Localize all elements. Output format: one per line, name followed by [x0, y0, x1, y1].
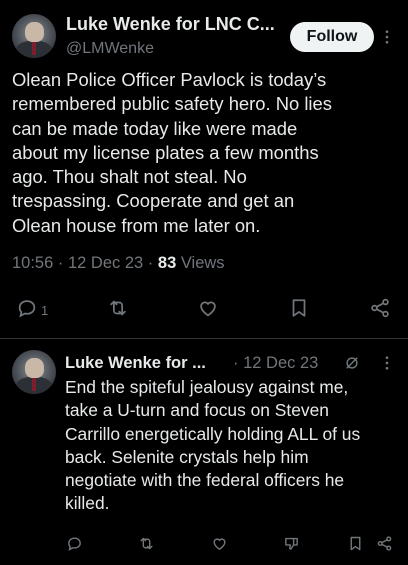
- bookmark-button[interactable]: [288, 297, 310, 324]
- avatar[interactable]: [12, 350, 56, 394]
- reply-icon: [16, 297, 38, 324]
- retweet-button[interactable]: [138, 535, 155, 557]
- action-bar: 1: [0, 292, 408, 324]
- retweet-icon: [107, 297, 129, 324]
- like-icon: [211, 535, 228, 557]
- bookmark-icon: [347, 535, 364, 557]
- reply-button[interactable]: [66, 535, 83, 557]
- tweet-time[interactable]: 10:56: [12, 254, 53, 272]
- downvote-icon: [283, 535, 300, 557]
- author-name[interactable]: Luke Wenke for LNC C...: [66, 14, 275, 35]
- author-name[interactable]: Luke Wenke for ...: [65, 354, 206, 373]
- downvote-button[interactable]: [283, 535, 300, 557]
- author-handle[interactable]: @LMWenke: [66, 40, 154, 58]
- like-icon: [197, 297, 219, 324]
- reply-tweet[interactable]: Luke Wenke for ... · 12 Dec 23 End the s…: [0, 340, 408, 565]
- like-button[interactable]: [211, 535, 228, 557]
- retweet-button[interactable]: [107, 297, 129, 324]
- share-button[interactable]: [369, 297, 391, 324]
- main-tweet: Luke Wenke for LNC C... @LMWenke Follow …: [0, 0, 408, 340]
- action-bar: [0, 533, 408, 555]
- tweet-text: End the spiteful jealousy against me, ta…: [65, 377, 361, 514]
- bookmark-icon: [288, 297, 310, 324]
- reply-button[interactable]: 1: [16, 297, 48, 324]
- tweet-date[interactable]: 12 Dec 23: [68, 254, 143, 272]
- follow-button[interactable]: Follow: [290, 22, 374, 52]
- more-icon[interactable]: [378, 354, 396, 372]
- share-icon: [376, 535, 393, 557]
- tweet-date[interactable]: · 12 Dec 23: [233, 354, 318, 373]
- reply-icon: [66, 535, 83, 557]
- more-icon[interactable]: [378, 28, 396, 46]
- views-count: 83: [157, 254, 177, 272]
- bookmark-button[interactable]: [347, 535, 364, 557]
- views-label: Views: [180, 254, 225, 272]
- retweet-icon: [138, 535, 155, 557]
- divider: [0, 338, 408, 339]
- grok-icon[interactable]: [343, 354, 361, 372]
- tweet-text: Olean Police Officer Pavlock is today’s …: [12, 69, 332, 236]
- tweet-meta: 10:56 · 12 Dec 23 · 83 Views: [12, 254, 225, 272]
- reply-count: 1: [41, 303, 49, 318]
- share-button[interactable]: [376, 535, 393, 557]
- avatar[interactable]: [12, 14, 56, 58]
- like-button[interactable]: [197, 297, 219, 324]
- share-icon: [369, 297, 391, 324]
